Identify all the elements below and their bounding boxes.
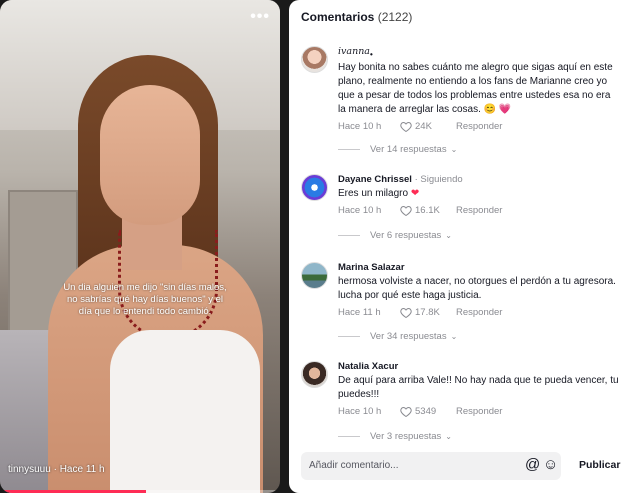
at-icon[interactable]: @	[525, 456, 540, 473]
emoji-heart: ❤	[410, 188, 420, 199]
reply-button[interactable]: Responder	[456, 121, 502, 132]
comment-meta: Hace 11 h 17.8K Responder	[338, 307, 620, 318]
replies-divider	[338, 336, 360, 337]
comment-username[interactable]: ivanna•	[338, 46, 620, 59]
heart-icon	[400, 121, 412, 132]
view-replies-label: Ver 14 respuestas	[370, 144, 447, 155]
username-text[interactable]: Natalia Xacur	[338, 361, 398, 372]
like-count: 16.1K	[415, 205, 440, 216]
video-player[interactable]: ••• Un dia alguien me dijo "sin días mal…	[0, 0, 280, 493]
chevron-down-icon: ⌄	[445, 231, 452, 240]
comments-panel: Comentarios (2122) ivanna• Hay bonita no…	[289, 0, 628, 493]
comment-meta: Hace 10 h 24K Responder	[338, 121, 620, 132]
comment-text: hermosa volviste a nacer, no otorgues el…	[338, 276, 616, 301]
reply-button[interactable]: Responder	[456, 307, 502, 318]
chevron-down-icon: ⌄	[450, 145, 458, 154]
username-text[interactable]: Marina Salazar	[338, 262, 405, 273]
avatar[interactable]	[301, 174, 328, 201]
comment-time: Hace 11 h	[338, 307, 381, 318]
like-button[interactable]: 16.1K	[400, 205, 452, 216]
heart-icon	[400, 406, 412, 417]
username-suffix: •	[369, 49, 373, 59]
comment-input-placeholder: Añadir comentario...	[309, 460, 399, 471]
comment-text: Hay bonita no sabes cuánto me alegro que…	[338, 61, 620, 117]
comment-text-body: Hay bonita no sabes cuánto me alegro que…	[338, 61, 613, 115]
view-replies-button[interactable]: Ver 14 respuestas ⌄	[338, 144, 457, 155]
comment-time: Hace 10 h	[338, 120, 382, 132]
avatar[interactable]	[301, 262, 328, 289]
username-text[interactable]: ivanna	[338, 46, 370, 57]
reply-button[interactable]: Responder	[456, 205, 502, 216]
heart-icon	[400, 205, 412, 216]
like-count: 17.8K	[415, 307, 440, 318]
like-button[interactable]: 24K	[400, 121, 452, 132]
view-replies-label: Ver 6 respuestas	[370, 230, 442, 241]
video-person-face	[100, 85, 200, 225]
view-replies-label: Ver 3 respuestas	[370, 430, 442, 442]
comments-header: Comentarios (2122)	[301, 10, 412, 24]
comment-text: De aquí para arriba Vale!! No hay nada q…	[338, 375, 619, 400]
view-replies-button[interactable]: Ver 34 respuestas ⌄	[338, 331, 457, 342]
like-button[interactable]: 5349	[400, 406, 452, 417]
replies-divider	[338, 149, 360, 150]
comment-username[interactable]: Natalia Xacur	[338, 361, 620, 372]
like-count: 5349	[415, 406, 437, 417]
emoji-smile-heart: 😊 💗	[483, 103, 512, 115]
avatar[interactable]	[301, 361, 328, 388]
heart-icon	[400, 307, 412, 318]
avatar[interactable]	[301, 46, 328, 73]
replies-divider	[338, 235, 360, 236]
like-count: 24K	[415, 120, 432, 132]
comment-username[interactable]: Dayane Chrissel · Siguiendo	[338, 174, 620, 185]
username-text[interactable]: Dayane Chrissel	[338, 174, 412, 185]
video-person-top	[110, 330, 260, 493]
post-button[interactable]: Publicar	[579, 459, 620, 471]
comment-text-body: Eres un milagro	[338, 188, 409, 199]
comment-username[interactable]: Marina Salazar	[338, 262, 620, 273]
chevron-down-icon: ⌄	[450, 332, 458, 341]
replies-divider	[338, 435, 360, 437]
comments-count: (2122)	[377, 10, 413, 24]
comments-title: Comentarios	[301, 10, 375, 24]
following-label: · Siguiendo	[411, 174, 463, 185]
video-author[interactable]: tinnysuuu · Hace 11 h	[8, 464, 105, 475]
comment-time: Hace 10 h	[338, 406, 382, 417]
comment-text: Eres un milagro ❤	[338, 187, 620, 201]
reply-button[interactable]: Responder	[456, 406, 502, 417]
view-replies-button[interactable]: Ver 6 respuestas ⌄	[338, 230, 452, 241]
comment-meta: Hace 10 h 5349 Responder	[338, 406, 620, 417]
chevron-down-icon: ⌄	[445, 431, 452, 441]
view-replies-label: Ver 34 respuestas	[370, 331, 447, 342]
like-button[interactable]: 17.8K	[400, 307, 452, 318]
more-icon[interactable]: •••	[250, 8, 270, 26]
comment-input[interactable]: Añadir comentario... @ ☺	[301, 452, 561, 480]
view-replies-button[interactable]: Ver 3 respuestas ⌄	[338, 430, 452, 442]
emoji-icon[interactable]: ☺	[543, 456, 558, 473]
comment-time: Hace 10 h	[338, 205, 382, 216]
video-caption: Un dia alguien me dijo "sin días malos, …	[63, 282, 227, 317]
comment-meta: Hace 10 h 16.1K Responder	[338, 205, 620, 216]
